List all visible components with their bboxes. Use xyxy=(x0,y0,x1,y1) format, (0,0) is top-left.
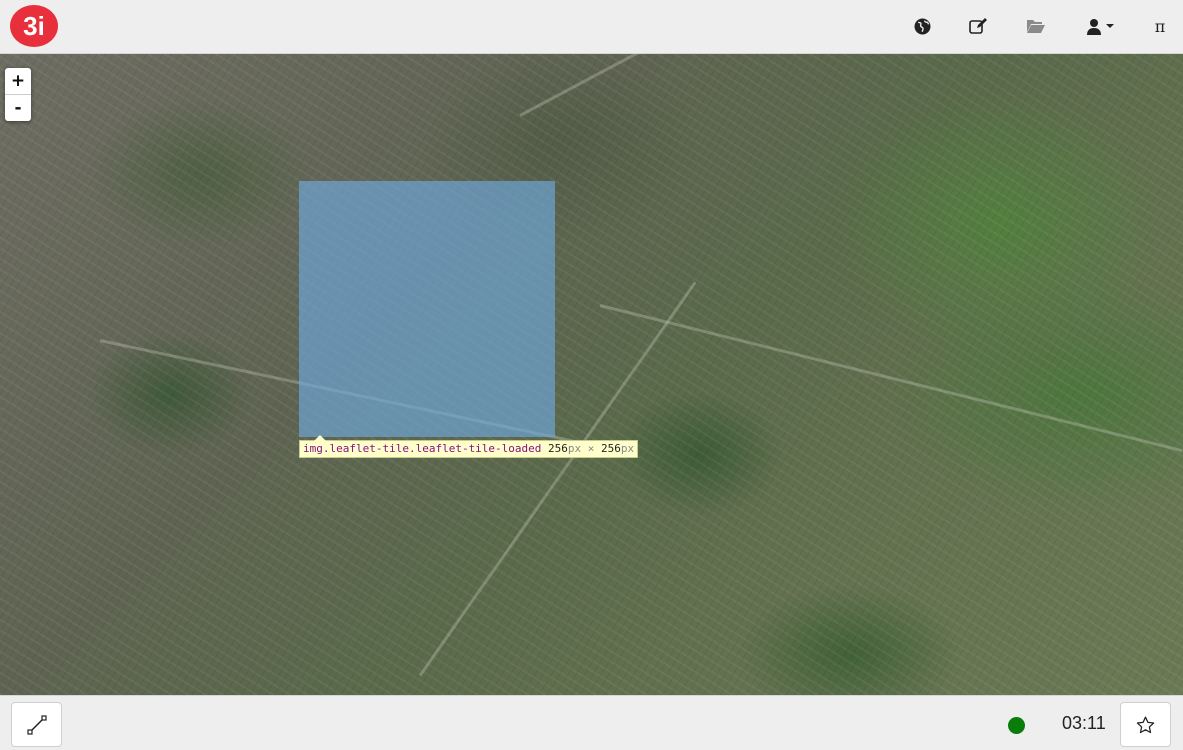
favorite-button[interactable] xyxy=(1120,702,1171,747)
zoom-in-button[interactable]: + xyxy=(5,68,31,95)
pi-button[interactable]: π xyxy=(1148,14,1172,38)
user-icon xyxy=(1087,18,1101,35)
tooltip-width: 256 xyxy=(548,442,568,455)
measure-button[interactable] xyxy=(11,702,62,747)
user-menu[interactable] xyxy=(1084,14,1116,38)
tooltip-separator: × xyxy=(587,442,595,455)
measure-line-icon xyxy=(26,714,47,735)
satellite-map[interactable]: + - img.leaflet-tile.leaflet-tile-loaded… xyxy=(0,54,1183,695)
tooltip-width-unit: px xyxy=(567,442,582,455)
bottom-toolbar: 03:11 xyxy=(0,695,1183,750)
zoom-out-button[interactable]: - xyxy=(5,95,31,121)
inspector-tooltip: img.leaflet-tile.leaflet-tile-loaded 256… xyxy=(299,435,639,458)
map-imagery xyxy=(0,54,1183,695)
clock: 03:11 xyxy=(1062,713,1106,733)
top-navbar: 3i π xyxy=(0,0,1183,54)
tooltip-selector: img.leaflet-tile.leaflet-tile-loaded xyxy=(303,442,542,455)
folder-open-icon[interactable] xyxy=(1024,14,1048,38)
connection-status-indicator xyxy=(1008,717,1025,734)
globe-icon[interactable] xyxy=(910,14,934,38)
inspected-tile-overlay xyxy=(299,181,555,437)
zoom-control: + - xyxy=(5,68,31,121)
edit-icon[interactable] xyxy=(966,14,990,38)
svg-text:3i: 3i xyxy=(23,11,45,41)
caret-down-icon xyxy=(1106,24,1114,28)
tooltip-height-unit: px xyxy=(620,442,635,455)
app-logo[interactable]: 3i xyxy=(9,4,59,48)
star-icon xyxy=(1136,716,1155,733)
tooltip-height: 256 xyxy=(601,442,621,455)
